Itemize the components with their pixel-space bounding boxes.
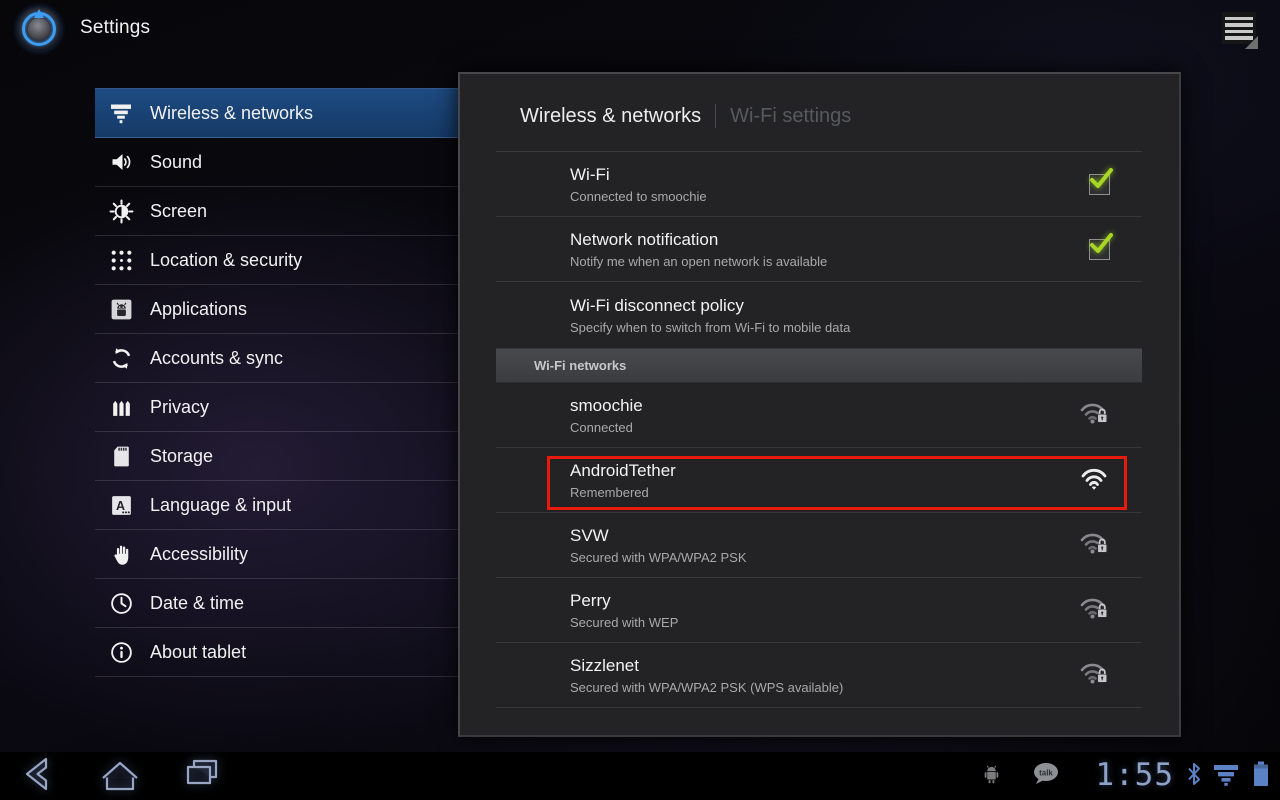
- sidebar-item-screen[interactable]: Screen: [95, 187, 458, 236]
- sidebar-item-label: Accounts & sync: [150, 348, 283, 369]
- settings-sidebar: Wireless & networks Sound Screen Location &…: [95, 88, 458, 677]
- section-header-label: Wi-Fi networks: [534, 358, 626, 373]
- row-title: Wi-Fi disconnect policy: [570, 295, 850, 316]
- sync-icon: [108, 345, 134, 371]
- network-row-perry[interactable]: Perry Secured with WEP: [496, 578, 1142, 643]
- row-subtitle: Specify when to switch from Wi-Fi to mob…: [570, 320, 850, 335]
- sidebar-item-label: Location & security: [150, 250, 302, 271]
- row-subtitle: Notify me when an open network is availa…: [570, 254, 827, 269]
- wifi-status-icon: [1212, 761, 1240, 792]
- panel-header: Wireless & networks Wi-Fi settings: [460, 74, 1179, 152]
- row-subtitle: Remembered: [570, 485, 676, 500]
- accessibility-icon: [108, 541, 134, 567]
- applications-icon: [108, 296, 134, 322]
- battery-icon: [1250, 759, 1272, 794]
- storage-icon: [108, 443, 134, 469]
- sidebar-item-label: Storage: [150, 446, 213, 467]
- sidebar-item-language-and-input[interactable]: A Language & input: [95, 481, 458, 530]
- row-title: Network notification: [570, 229, 827, 250]
- setting-row-network-notification[interactable]: Network notification Notify me when an op…: [496, 217, 1142, 282]
- brightness-icon: [108, 198, 134, 224]
- sidebar-item-label: Date & time: [150, 593, 244, 614]
- wifi-icon: [108, 100, 134, 126]
- info-icon: [108, 639, 134, 665]
- row-title: SVW: [570, 525, 747, 546]
- row-subtitle: Secured with WEP: [570, 615, 678, 630]
- section-header-wifi-networks: Wi-Fi networks: [496, 349, 1142, 383]
- wifi-lock-icon: [1078, 594, 1110, 627]
- action-bar: Settings: [0, 0, 1280, 58]
- back-icon: [13, 753, 63, 800]
- breadcrumb: Wireless & networks Wi-Fi settings: [520, 104, 851, 128]
- sidebar-item-label: Accessibility: [150, 544, 248, 565]
- row-subtitle: Connected: [570, 420, 643, 435]
- sidebar-item-accounts-and-sync[interactable]: Accounts & sync: [95, 334, 458, 383]
- clock-icon: [108, 590, 134, 616]
- menu-corner-icon: [1245, 36, 1258, 49]
- checkbox-wi-fi[interactable]: [1089, 174, 1110, 195]
- breadcrumb-divider: [715, 104, 716, 128]
- network-row-sizzlenet[interactable]: Sizzlenet Secured with WPA/WPA2 PSK (WPS …: [496, 643, 1142, 708]
- back-button[interactable]: [12, 754, 64, 798]
- row-title: Sizzlenet: [570, 655, 843, 676]
- row-title: smoochie: [570, 395, 643, 416]
- breadcrumb-section: Wireless & networks: [520, 105, 701, 128]
- sidebar-item-label: Sound: [150, 152, 202, 173]
- clipped-row: [496, 708, 1142, 737]
- sidebar-item-accessibility[interactable]: Accessibility: [95, 530, 458, 579]
- setting-row-wi-fi[interactable]: Wi-Fi Connected to smoochie: [496, 152, 1142, 217]
- row-subtitle: Secured with WPA/WPA2 PSK (WPS available…: [570, 680, 843, 695]
- sidebar-item-label: Privacy: [150, 397, 209, 418]
- network-row-androidtether[interactable]: AndroidTether Remembered: [496, 448, 1142, 513]
- wifi-lock-icon: [1078, 529, 1110, 562]
- sidebar-item-label: Applications: [150, 299, 247, 320]
- status-tray: talk 1:55: [980, 752, 1272, 800]
- settings-app-icon: [17, 7, 61, 51]
- sidebar-item-label: Wireless & networks: [150, 103, 313, 124]
- sidebar-item-date-and-time[interactable]: Date & time: [95, 579, 458, 628]
- wifi-lock-icon: [1078, 399, 1110, 432]
- svg-text:A: A: [115, 498, 124, 512]
- recents-icon: [177, 753, 227, 800]
- setting-row-wi-fi-disconnect-policy[interactable]: Wi-Fi disconnect policy Specify when to s…: [496, 282, 1142, 349]
- clock-time[interactable]: 1:55: [1095, 757, 1174, 793]
- home-icon: [95, 753, 145, 800]
- row-title: AndroidTether: [570, 460, 676, 481]
- sidebar-item-privacy[interactable]: Privacy: [95, 383, 458, 432]
- sidebar-item-storage[interactable]: Storage: [95, 432, 458, 481]
- sidebar-item-about-tablet[interactable]: About tablet: [95, 628, 458, 677]
- location-security-icon: [108, 247, 134, 273]
- sidebar-item-sound[interactable]: Sound: [95, 138, 458, 187]
- system-bar: talk 1:55: [0, 752, 1280, 800]
- recents-button[interactable]: [176, 754, 228, 798]
- talk-icon: talk: [1031, 761, 1061, 792]
- sidebar-item-label: Screen: [150, 201, 207, 222]
- sidebar-item-label: Language & input: [150, 495, 291, 516]
- wifi-settings-panel: Wireless & networks Wi-Fi settings Wi-Fi…: [458, 72, 1181, 737]
- privacy-icon: [108, 394, 134, 420]
- android-icon: [980, 762, 1003, 791]
- home-button[interactable]: [94, 754, 146, 798]
- sidebar-item-label: About tablet: [150, 642, 246, 663]
- sidebar-item-location-and-security[interactable]: Location & security: [95, 236, 458, 285]
- bluetooth-icon: [1186, 760, 1202, 793]
- sidebar-item-applications[interactable]: Applications: [95, 285, 458, 334]
- breadcrumb-page: Wi-Fi settings: [730, 105, 851, 128]
- network-row-svw[interactable]: SVW Secured with WPA/WPA2 PSK: [496, 513, 1142, 578]
- row-subtitle: Secured with WPA/WPA2 PSK: [570, 550, 747, 565]
- navigation-buttons: [12, 752, 228, 800]
- page-title: Settings: [80, 17, 150, 39]
- svg-text:talk: talk: [1039, 768, 1053, 777]
- row-subtitle: Connected to smoochie: [570, 189, 707, 204]
- settings-list: Wi-Fi Connected to smoochie Network notifi…: [496, 152, 1142, 737]
- checkbox-network-notification[interactable]: [1089, 239, 1110, 260]
- wifi-lock-icon: [1078, 659, 1110, 692]
- row-title: Wi-Fi: [570, 164, 707, 185]
- network-row-smoochie[interactable]: smoochie Connected: [496, 383, 1142, 448]
- language-icon: A: [108, 492, 134, 518]
- row-title: Perry: [570, 590, 678, 611]
- wifi-strong-icon: [1078, 464, 1110, 497]
- sound-icon: [108, 149, 134, 175]
- sidebar-item-wireless-and-networks[interactable]: Wireless & networks: [95, 88, 458, 138]
